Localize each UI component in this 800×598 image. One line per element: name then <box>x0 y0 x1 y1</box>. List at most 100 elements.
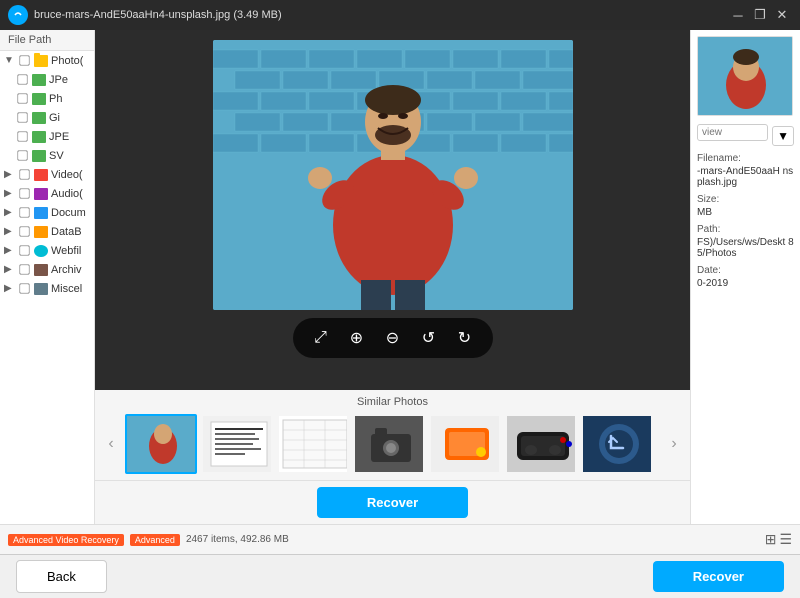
right-thumb-image <box>698 37 793 115</box>
video-label: Video( <box>51 169 83 181</box>
expand-icon-7: ▶ <box>4 264 16 275</box>
img-icon-5 <box>32 150 46 162</box>
thumbnail-5[interactable] <box>429 414 501 474</box>
advanced-video-recovery-tag[interactable]: Advanced Video Recovery <box>8 534 124 546</box>
photos-checkbox[interactable] <box>19 55 29 65</box>
thumbnails-row: ‹ <box>101 414 684 474</box>
thumb-image-2 <box>203 416 273 472</box>
archive-label: Archiv <box>51 264 82 276</box>
img-icon-2 <box>32 93 46 105</box>
footer: Back Recover <box>0 554 800 598</box>
archive-checkbox[interactable] <box>19 264 29 274</box>
back-button[interactable]: Back <box>16 560 107 593</box>
video-checkbox[interactable] <box>19 169 29 179</box>
expand-icon: ▼ <box>4 55 16 66</box>
svg-checkbox[interactable] <box>17 150 27 160</box>
filter-button[interactable]: ▼ <box>772 126 794 146</box>
grid-view-button[interactable]: ⊞ <box>765 531 777 548</box>
app-logo <box>8 5 28 25</box>
thumbnail-1[interactable] <box>125 414 197 474</box>
thumbnail-3[interactable] <box>277 414 349 474</box>
jpeg-label: JPE <box>49 131 69 143</box>
window-controls: ─ ❐ ✕ <box>728 5 792 25</box>
expand-icon-6: ▶ <box>4 245 16 256</box>
date-value: 0-2019 <box>697 278 794 289</box>
similar-photos-title: Similar Photos <box>101 396 684 408</box>
audio-checkbox[interactable] <box>19 188 29 198</box>
recover-main-button[interactable]: Recover <box>317 487 468 518</box>
thumbnail-6[interactable] <box>505 414 577 474</box>
right-panel: ▼ Filename: -mars-AndE50aaH nsplash.jpg … <box>690 30 800 524</box>
png-checkbox[interactable] <box>17 93 27 103</box>
size-label: Size: <box>697 194 794 205</box>
path-label: Path: <box>697 224 794 235</box>
recover-section: Recover <box>95 480 690 524</box>
sidebar-item-gif[interactable]: Gi <box>0 108 94 127</box>
expand-icon-8: ▶ <box>4 283 16 294</box>
similar-photos-section: Similar Photos ‹ <box>95 390 690 480</box>
sidebar-item-web[interactable]: ▶ Webfil <box>0 241 94 260</box>
expand-icon-3: ▶ <box>4 188 16 199</box>
web-checkbox[interactable] <box>19 245 29 255</box>
rotate-left-button[interactable]: ↺ <box>415 324 443 352</box>
rotate-right-button[interactable]: ↻ <box>451 324 479 352</box>
path-value: FS)/Users/ws/Deskt 85/Photos <box>697 237 794 259</box>
main-image <box>213 40 573 310</box>
prev-thumbnail-button[interactable]: ‹ <box>101 414 121 474</box>
minimize-button[interactable]: ─ <box>728 5 748 25</box>
misc-label: Miscel <box>51 283 82 295</box>
sidebar-item-archive[interactable]: ▶ Archiv <box>0 260 94 279</box>
png-label: Ph <box>49 93 62 105</box>
thumbnail-4[interactable] <box>353 414 425 474</box>
search-row: ▼ <box>697 124 794 147</box>
thumb-image-6 <box>507 416 577 472</box>
title-bar: bruce-mars-AndE50aaHn4-unsplash.jpg (3.4… <box>0 0 800 30</box>
sidebar-item-jpg[interactable]: JPe <box>0 70 94 89</box>
thumb-image-4 <box>355 416 425 472</box>
expand-icon-4: ▶ <box>4 207 16 218</box>
sidebar-item-png[interactable]: Ph <box>0 89 94 108</box>
sidebar-item-misc[interactable]: ▶ Miscel <box>0 279 94 298</box>
folder-icon <box>34 55 48 67</box>
docs-checkbox[interactable] <box>19 207 29 217</box>
thumbnails-list <box>125 414 660 474</box>
fit-screen-button[interactable]: ⤢ <box>307 324 335 352</box>
arch-icon <box>34 264 48 276</box>
maximize-button[interactable]: ❐ <box>750 5 770 25</box>
thumbnail-2[interactable] <box>201 414 273 474</box>
search-box[interactable] <box>697 124 768 141</box>
sidebar-item-photos[interactable]: ▼ Photo( <box>0 51 94 70</box>
jpeg-checkbox[interactable] <box>17 131 27 141</box>
advanced-tag: Advanced <box>130 534 180 546</box>
video-icon <box>34 169 48 181</box>
list-view-button[interactable]: ☰ <box>779 531 792 548</box>
web-label: Webfil <box>51 245 81 257</box>
search-input[interactable] <box>702 127 763 138</box>
gif-label: Gi <box>49 112 60 124</box>
sidebar-item-db[interactable]: ▶ DataB <box>0 222 94 241</box>
items-count: 2467 items, 492.86 MB <box>186 534 759 545</box>
next-thumbnail-button[interactable]: › <box>664 414 684 474</box>
recover-footer-button[interactable]: Recover <box>653 561 784 592</box>
img-icon <box>32 74 46 86</box>
thumbnail-7[interactable] <box>581 414 653 474</box>
sidebar-item-audio[interactable]: ▶ Audio( <box>0 184 94 203</box>
filename-value: -mars-AndE50aaH nsplash.jpg <box>697 166 794 188</box>
filename-label: Filename: <box>697 153 794 164</box>
db-label: DataB <box>51 226 82 238</box>
misc-checkbox[interactable] <box>19 283 29 293</box>
db-checkbox[interactable] <box>19 226 29 236</box>
sidebar-item-docs[interactable]: ▶ Docum <box>0 203 94 222</box>
zoom-out-button[interactable]: ⊖ <box>379 324 407 352</box>
img-icon-4 <box>32 131 46 143</box>
svg-label: SV <box>49 150 64 162</box>
gif-checkbox[interactable] <box>17 112 27 122</box>
right-thumbnail <box>697 36 793 116</box>
content-area: ⤢ ⊕ ⊖ ↺ ↻ Similar Photos ‹ <box>95 30 690 524</box>
sidebar-item-svg[interactable]: SV <box>0 146 94 165</box>
zoom-in-button[interactable]: ⊕ <box>343 324 371 352</box>
sidebar-item-jpeg[interactable]: JPE <box>0 127 94 146</box>
jpg-checkbox[interactable] <box>17 74 27 84</box>
close-button[interactable]: ✕ <box>772 5 792 25</box>
sidebar-item-video[interactable]: ▶ Video( <box>0 165 94 184</box>
